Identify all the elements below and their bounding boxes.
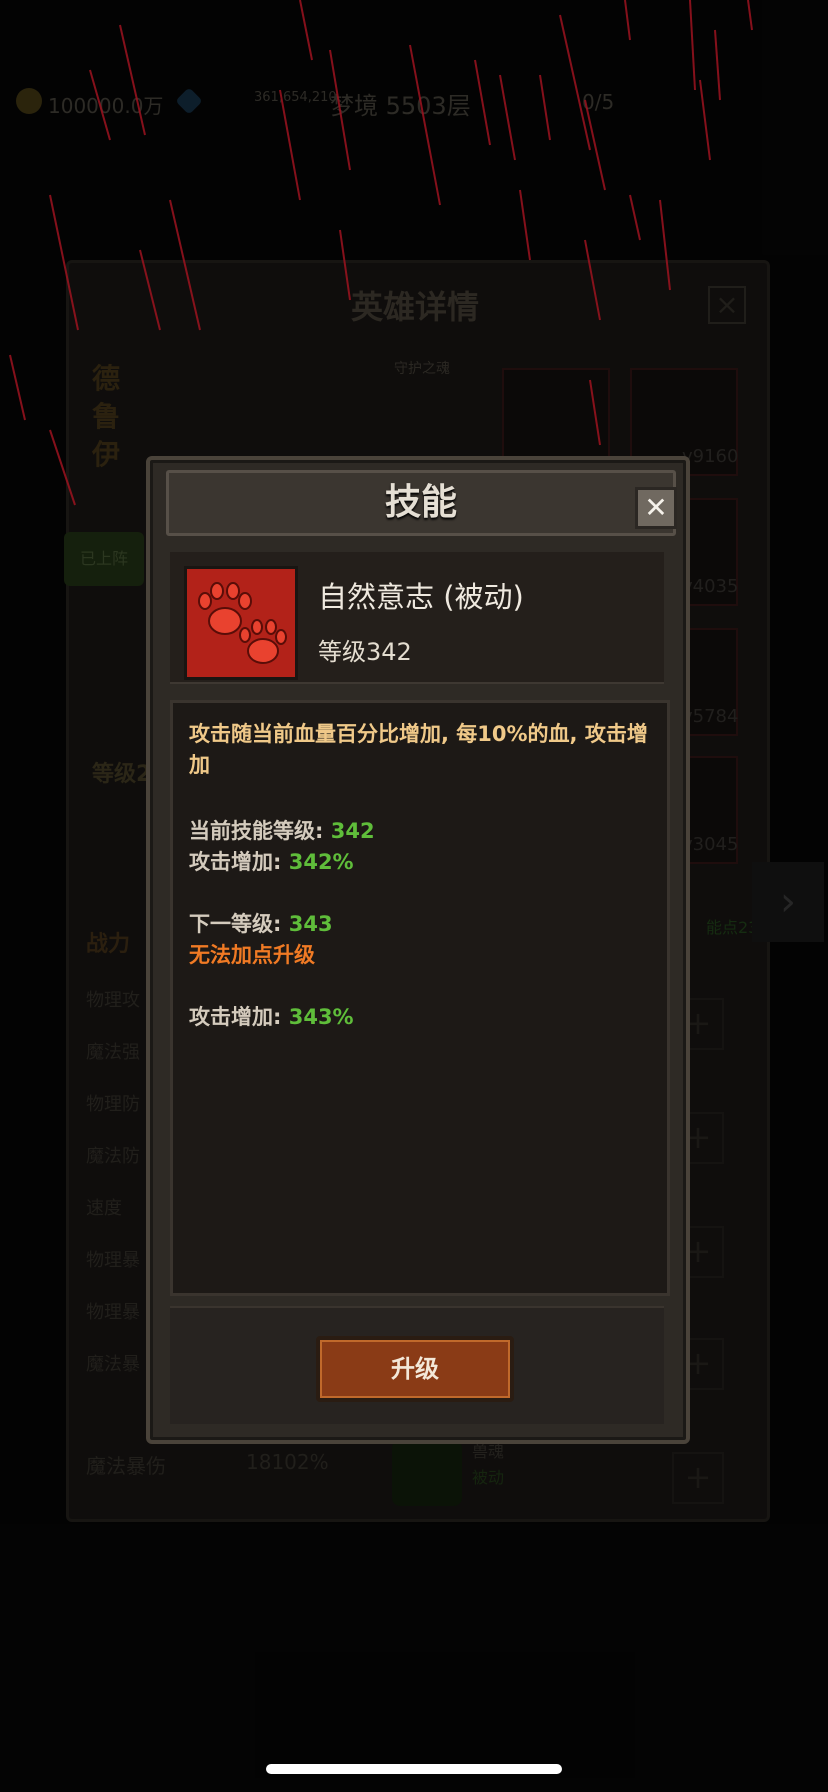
next-level-row: 下一等级: 343: [189, 908, 333, 938]
dialog-footer: 升级: [170, 1306, 664, 1424]
skill-name: 自然意志 (被动): [318, 580, 524, 614]
current-attack-row: 攻击增加: 342%: [189, 846, 354, 876]
current-level-row: 当前技能等级: 342: [189, 815, 375, 845]
skill-description: 攻击随当前血量百分比增加, 每10%的血, 攻击增加: [189, 722, 648, 777]
close-button[interactable]: ✕: [635, 487, 677, 529]
upgrade-button[interactable]: 升级: [316, 1336, 514, 1402]
skill-level: 等级342: [318, 638, 412, 666]
next-attack-row: 攻击增加: 343%: [189, 1001, 354, 1031]
current-attack-value: 342%: [288, 850, 354, 874]
current-attack-label: 攻击增加:: [189, 850, 282, 874]
skill-dialog: 技能 ✕ 自然意志 (被动) 等级342 攻击随当前血量百分比增加, 每10%的…: [146, 456, 690, 1444]
current-level-label: 当前技能等级:: [189, 819, 324, 843]
dialog-header: 技能 ✕: [166, 470, 677, 536]
skill-header-card: 自然意志 (被动) 等级342: [170, 552, 664, 684]
cannot-upgrade-warning: 无法加点升级: [189, 943, 315, 967]
paw-print-icon: [184, 566, 298, 680]
next-level-label: 下一等级:: [189, 912, 282, 936]
next-attack-label: 攻击增加:: [189, 1005, 282, 1029]
skill-description-panel: 攻击随当前血量百分比增加, 每10%的血, 攻击增加 当前技能等级: 342 攻…: [170, 700, 670, 1296]
close-icon: ✕: [644, 491, 668, 524]
dialog-title: 技能: [384, 482, 457, 523]
next-attack-value: 343%: [288, 1005, 354, 1029]
next-level-value: 343: [288, 912, 333, 936]
home-indicator[interactable]: [266, 1764, 562, 1774]
current-level-value: 342: [330, 819, 375, 843]
